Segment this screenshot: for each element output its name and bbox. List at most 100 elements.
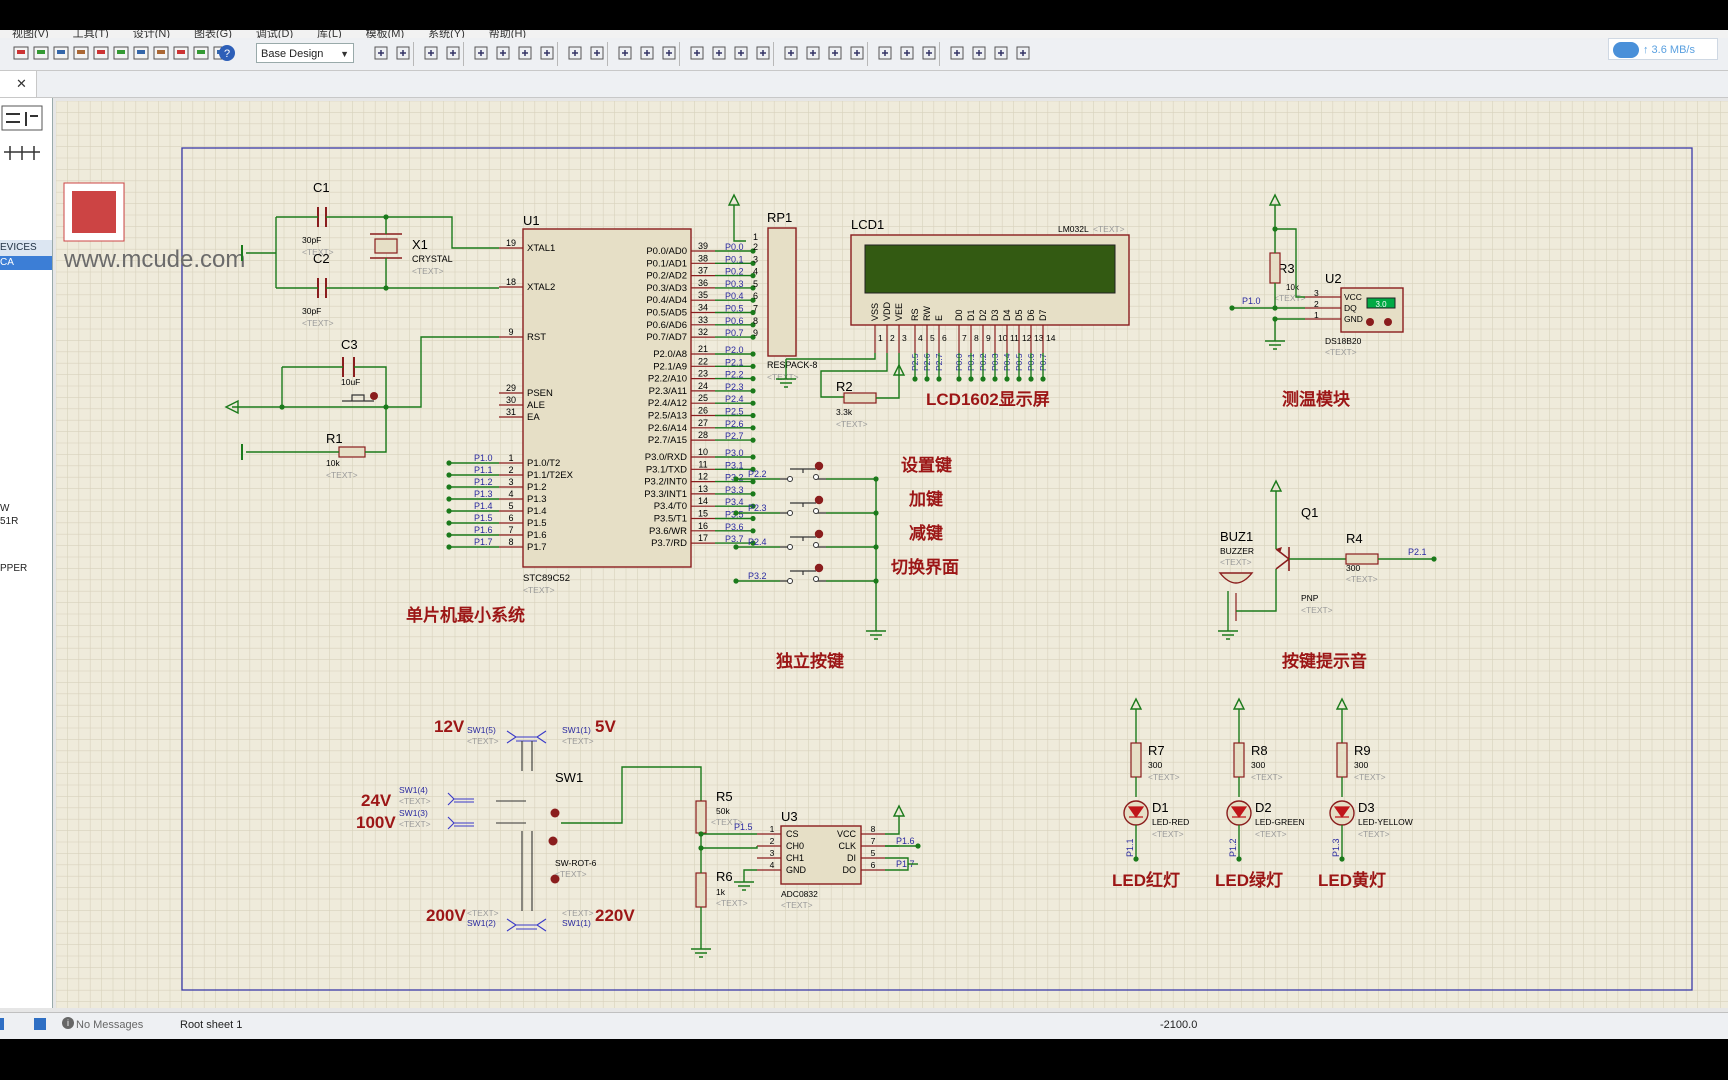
netlist-icon[interactable] — [172, 44, 190, 62]
export-icon[interactable] — [92, 44, 110, 62]
resistor-body[interactable] — [1233, 742, 1245, 778]
junction-dot[interactable] — [446, 496, 452, 502]
device-list-item[interactable]: 51R — [0, 516, 18, 527]
print-icon[interactable] — [112, 44, 130, 62]
key-contact[interactable] — [813, 508, 819, 514]
device-list-item[interactable]: W — [0, 503, 9, 514]
junction-dot[interactable] — [750, 515, 756, 522]
refresh-icon[interactable] — [372, 44, 390, 62]
layer-select[interactable]: Base Design ▼ — [256, 43, 354, 63]
cut-icon[interactable] — [616, 44, 634, 62]
key-contact[interactable] — [813, 542, 819, 548]
reset-button-cap[interactable] — [370, 392, 378, 400]
key-contact[interactable] — [787, 578, 793, 584]
pan-icon[interactable] — [444, 44, 462, 62]
respack-body[interactable] — [767, 227, 797, 357]
mode-tools-icon[interactable] — [0, 102, 52, 182]
crystal-body[interactable] — [374, 238, 398, 254]
tab-schematic[interactable]: ✕ — [0, 71, 37, 97]
junction-dot[interactable] — [383, 285, 389, 291]
menu-item[interactable]: 工具(T) — [73, 30, 109, 38]
new-icon[interactable] — [12, 44, 30, 62]
schematic-svg[interactable]: www.mcude.comU1STC89C52<TEXT>19 XTAL118 XT… — [55, 100, 1728, 1008]
save-icon[interactable] — [52, 44, 70, 62]
block-delete-icon[interactable] — [754, 44, 772, 62]
resistor-body[interactable] — [1269, 252, 1281, 284]
device-list-selected[interactable]: CA — [0, 256, 52, 270]
junction-dot[interactable] — [750, 437, 756, 443]
decompose-icon[interactable] — [848, 44, 866, 62]
rotary-switch-knob[interactable] — [550, 808, 560, 818]
pdf-icon[interactable] — [1014, 44, 1032, 62]
junction-dot[interactable] — [750, 479, 756, 485]
block-rotate-icon[interactable] — [732, 44, 750, 62]
junction-dot[interactable] — [733, 510, 739, 516]
remove-sheet-icon[interactable] — [970, 44, 988, 62]
menu-item[interactable]: 帮助(H) — [489, 30, 526, 38]
search-icon[interactable] — [898, 44, 916, 62]
junction-dot[interactable] — [750, 528, 756, 534]
lcd-screen[interactable] — [864, 244, 1116, 294]
stop-icon[interactable] — [34, 1018, 46, 1030]
area-icon[interactable] — [132, 44, 150, 62]
junction-dot[interactable] — [1016, 376, 1022, 382]
junction-dot[interactable] — [733, 476, 739, 482]
resistor-body[interactable] — [843, 392, 877, 404]
zoom-out-icon[interactable] — [494, 44, 512, 62]
junction-dot[interactable] — [1004, 376, 1010, 382]
junction-dot[interactable] — [279, 404, 285, 410]
junction-dot[interactable] — [968, 376, 974, 382]
schematic-canvas[interactable]: www.mcude.com U1 STC89C52 <TEXT> 19 XTAL1 18 XT… — [55, 100, 1728, 1008]
junction-dot[interactable] — [446, 508, 452, 514]
menu-item[interactable]: 图表(G) — [194, 30, 232, 38]
junction-dot[interactable] — [698, 831, 704, 837]
new-sheet-icon[interactable] — [948, 44, 966, 62]
menu-item[interactable]: 视图(V) — [12, 30, 49, 38]
resistor-body[interactable] — [1336, 742, 1348, 778]
block-move-icon[interactable] — [710, 44, 728, 62]
junction-dot[interactable] — [750, 412, 756, 419]
menu-item[interactable]: 设计(N) — [133, 30, 170, 38]
redo-icon[interactable] — [588, 44, 606, 62]
key-contact[interactable] — [813, 474, 819, 480]
junction-dot[interactable] — [446, 532, 452, 538]
menu-item[interactable]: 模板(M) — [366, 30, 405, 38]
zoom-area-icon[interactable] — [538, 44, 556, 62]
junction-dot[interactable] — [924, 376, 930, 382]
bom-icon[interactable] — [192, 44, 210, 62]
junction-dot[interactable] — [446, 460, 452, 466]
copy-icon[interactable] — [638, 44, 656, 62]
open-icon[interactable] — [32, 44, 50, 62]
junction-dot[interactable] — [915, 843, 921, 849]
exit-icon[interactable] — [992, 44, 1010, 62]
package-icon[interactable] — [826, 44, 844, 62]
junction-dot[interactable] — [383, 214, 389, 220]
junction-dot[interactable] — [1272, 226, 1278, 232]
junction-dot[interactable] — [446, 472, 452, 478]
junction-dot[interactable] — [1272, 305, 1278, 311]
paste-icon[interactable] — [660, 44, 678, 62]
resistor-body[interactable] — [338, 446, 366, 458]
junction-dot[interactable] — [446, 520, 452, 526]
junction-dot[interactable] — [733, 578, 739, 584]
junction-dot[interactable] — [750, 363, 756, 369]
junction-dot[interactable] — [750, 425, 756, 431]
junction-dot[interactable] — [733, 544, 739, 550]
junction-dot[interactable] — [956, 376, 962, 382]
play-icon[interactable] — [0, 1018, 4, 1030]
key-contact[interactable] — [787, 476, 793, 482]
key-cap[interactable] — [814, 563, 824, 573]
library-icon[interactable] — [152, 44, 170, 62]
junction-dot[interactable] — [1431, 556, 1437, 562]
junction-dot[interactable] — [750, 351, 756, 357]
menu-item[interactable]: 调试(D) — [256, 30, 293, 38]
junction-dot[interactable] — [1040, 376, 1046, 382]
import-icon[interactable] — [72, 44, 90, 62]
resistor-body[interactable] — [1130, 742, 1142, 778]
status-messages[interactable]: No Messages — [76, 1019, 143, 1031]
undo-icon[interactable] — [566, 44, 584, 62]
junction-dot[interactable] — [750, 400, 756, 406]
junction-dot[interactable] — [1028, 376, 1034, 382]
rotary-switch-knob[interactable] — [548, 836, 558, 846]
menu-item[interactable]: 系统(Y) — [428, 30, 465, 38]
